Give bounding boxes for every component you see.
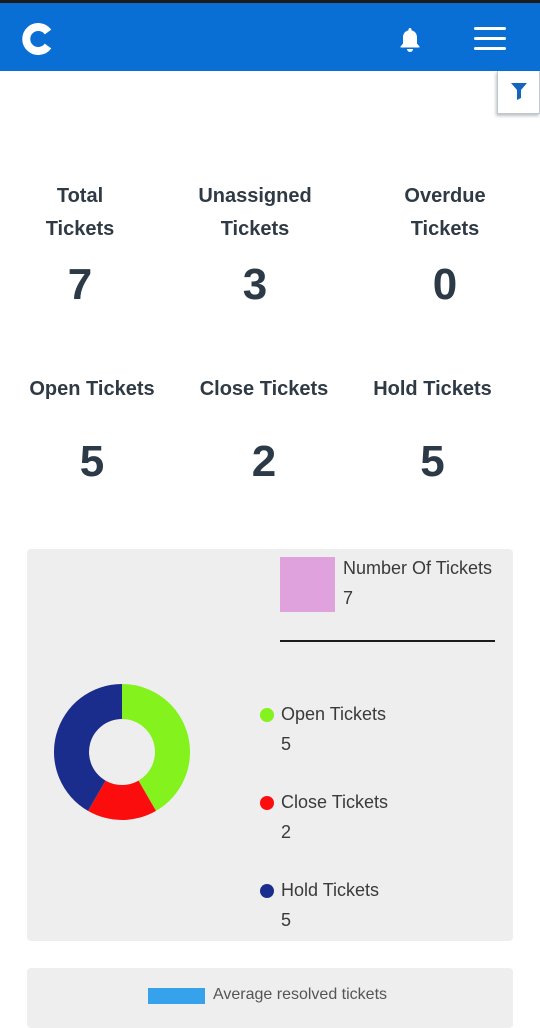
- stat-value: 0: [432, 260, 458, 309]
- filter-button[interactable]: [497, 71, 540, 114]
- logo-icon[interactable]: [22, 23, 54, 55]
- stat-label: Tickets: [410, 218, 480, 240]
- chart-total-value: 7: [343, 588, 354, 608]
- stat-value: 5: [420, 437, 445, 486]
- tickets-donut-chart[interactable]: [54, 684, 190, 820]
- hamburger-icon[interactable]: [474, 27, 506, 51]
- stat-value: 5: [79, 437, 105, 486]
- stat-value: 7: [67, 260, 93, 309]
- stat-label: Overdue: [404, 185, 486, 207]
- legend-label-close: Close Tickets: [281, 792, 389, 812]
- legend-label-hold: Hold Tickets: [281, 880, 380, 900]
- legend-label-open: Open Tickets: [281, 704, 387, 724]
- stat-hold-tickets: Hold Tickets 5: [360, 373, 505, 487]
- stat-label: Close Tickets: [199, 378, 329, 400]
- stat-total-tickets: Total Tickets 7: [20, 180, 140, 310]
- chart-header-swatch: [280, 557, 335, 612]
- bell-icon[interactable]: [398, 27, 422, 53]
- filter-icon: [510, 83, 527, 100]
- legend-value-hold: 5: [281, 910, 292, 930]
- stat-close-tickets: Close Tickets 2: [190, 373, 338, 487]
- stat-label: Open Tickets: [29, 378, 155, 400]
- legend-dot-open: [260, 708, 274, 722]
- chart-divider: [280, 640, 495, 642]
- stat-overdue-tickets: Overdue Tickets 0: [375, 180, 515, 310]
- legend-value-close: 2: [281, 822, 292, 842]
- stat-open-tickets: Open Tickets 5: [18, 373, 166, 487]
- legend-dot-hold: [260, 884, 274, 898]
- stat-value: 2: [251, 437, 277, 486]
- average-resolved-swatch: [148, 988, 205, 1004]
- stat-unassigned-tickets: Unassigned Tickets 3: [180, 180, 330, 310]
- average-resolved-legend-label: Average resolved tickets: [213, 986, 388, 1003]
- stat-label: Tickets: [220, 218, 290, 240]
- stat-label: Tickets: [45, 218, 115, 240]
- legend-value-open: 5: [281, 734, 292, 754]
- stat-label: Total: [56, 185, 104, 207]
- stat-label: Hold Tickets: [373, 378, 492, 400]
- stat-value: 3: [242, 260, 268, 309]
- legend-dot-close: [260, 796, 274, 810]
- top-app-bar: [0, 0, 540, 71]
- stat-label: Unassigned: [198, 185, 312, 207]
- chart-title: Number Of Tickets: [343, 558, 493, 578]
